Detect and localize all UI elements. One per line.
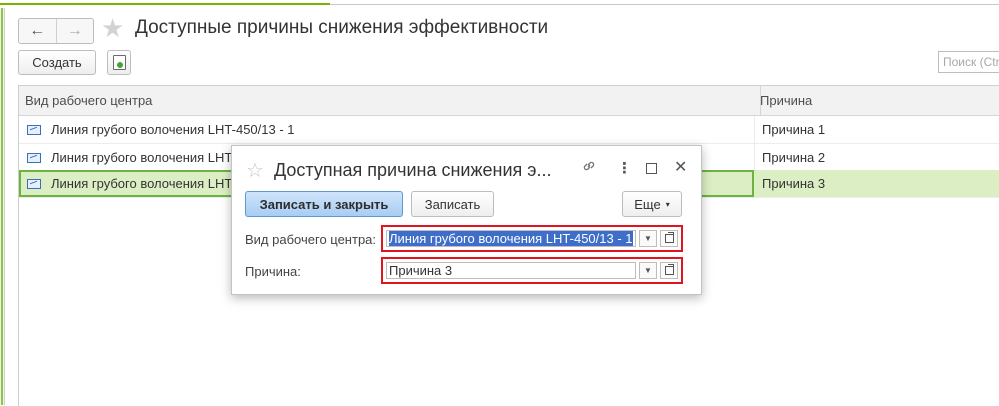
cell-reason: Причина 2 <box>762 150 826 165</box>
work-center-icon <box>27 153 41 163</box>
work-center-label: Вид рабочего центра: <box>245 232 377 247</box>
active-tab-indicator <box>0 3 330 5</box>
forward-button[interactable]: → <box>55 19 94 43</box>
left-accent-line <box>1 8 3 405</box>
work-center-input[interactable]: Линия грубого волочения LHT-450/13 - 1 <box>386 230 636 247</box>
work-center-open-button[interactable] <box>660 230 678 247</box>
favorite-star-icon[interactable]: ★ <box>101 14 124 42</box>
close-icon[interactable]: ✕ <box>674 157 687 177</box>
work-center-value: Линия грубого волочения LHT-450/13 - 1 <box>389 231 633 246</box>
table-header: Вид рабочего центра Причина <box>19 86 999 116</box>
work-center-icon <box>27 179 41 189</box>
work-center-text: Линия грубого волочения LHT-450/13 - 1 <box>51 122 295 137</box>
dialog-favorite-star-icon[interactable]: ☆ <box>246 158 264 183</box>
reason-input[interactable]: Причина 3 <box>386 262 636 279</box>
window-top-bar <box>0 0 999 8</box>
open-icon <box>664 264 674 275</box>
link-icon[interactable] <box>582 159 596 177</box>
reason-open-button[interactable] <box>660 262 678 279</box>
work-center-dropdown-icon[interactable]: ▼ <box>639 230 657 247</box>
more-button[interactable]: Еще ▾ <box>622 191 682 217</box>
dialog-title: Доступная причина снижения э... <box>274 160 552 180</box>
open-icon <box>664 232 674 243</box>
reason-dropdown-icon[interactable]: ▼ <box>639 262 657 279</box>
nav-buttons: ← → <box>18 18 94 44</box>
back-button[interactable]: ← <box>19 19 56 43</box>
cell-reason: Причина 3 <box>762 176 826 191</box>
create-button[interactable]: Создать <box>18 50 96 75</box>
work-center-icon <box>27 125 41 135</box>
maximize-icon[interactable] <box>646 163 657 174</box>
copy-button[interactable] <box>107 50 131 75</box>
more-button-label: Еще <box>634 196 661 212</box>
column-header-reason[interactable]: Причина <box>754 86 999 115</box>
page-title: Доступные причины снижения эффективности <box>135 17 549 38</box>
top-divider <box>330 4 999 5</box>
cell-work-center: Линия грубого волочения LHT-450/13 - 1 <box>19 116 755 143</box>
record-dialog: ☆ Доступная причина снижения э... ⋮ ✕ За… <box>231 145 702 295</box>
column-header-work-center[interactable]: Вид рабочего центра <box>19 86 761 115</box>
copy-icon <box>112 55 126 70</box>
work-center-text: Линия грубого волочения LHT <box>51 176 233 191</box>
work-center-text: Линия грубого волочения LHT <box>51 150 233 165</box>
chevron-down-icon: ▾ <box>665 199 670 209</box>
left-panel-edge <box>0 8 5 405</box>
table-row[interactable]: Линия грубого волочения LHT-450/13 - 1 П… <box>19 116 999 144</box>
save-button[interactable]: Записать <box>411 191 494 217</box>
reason-label: Причина: <box>245 264 301 279</box>
search-input[interactable]: Поиск (Ctrl+F) <box>938 51 999 73</box>
save-and-close-button[interactable]: Записать и закрыть <box>245 191 403 217</box>
more-actions-icon[interactable]: ⋮ <box>617 159 632 177</box>
cell-reason: Причина 1 <box>762 122 826 137</box>
work-center-field-highlight: Линия грубого волочения LHT-450/13 - 1 ▼ <box>381 225 683 252</box>
reason-field-highlight: Причина 3 ▼ <box>381 257 683 284</box>
